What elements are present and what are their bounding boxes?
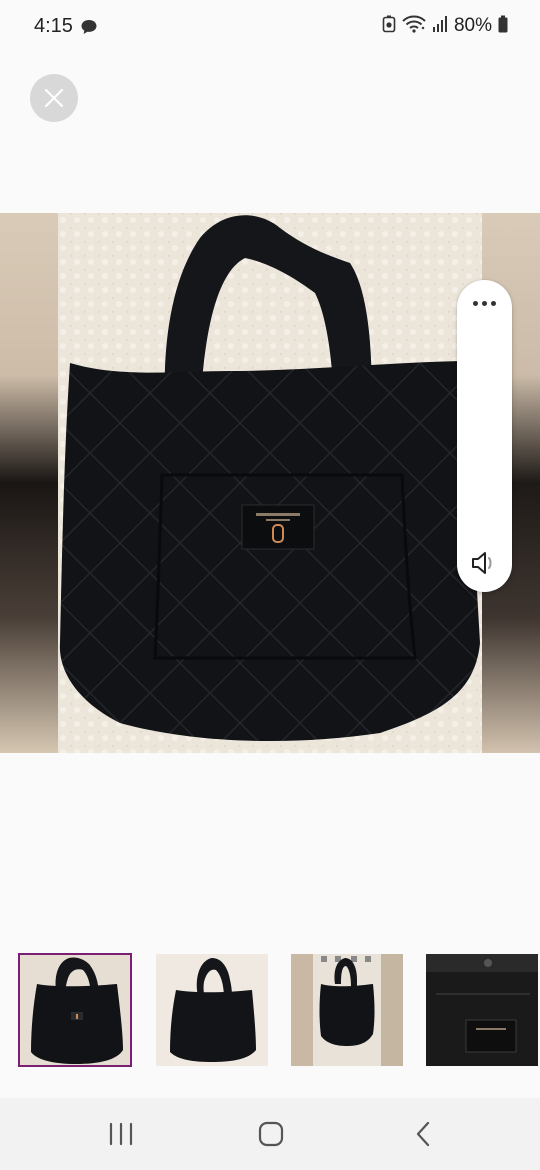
- volume-panel[interactable]: [457, 280, 512, 592]
- recent-apps-icon: [109, 1122, 133, 1146]
- chat-bubble-icon: [80, 18, 98, 36]
- thumbnail-3[interactable]: [291, 954, 403, 1066]
- more-options-button[interactable]: [467, 290, 502, 316]
- status-bar: 4:15 80%: [0, 0, 540, 54]
- image-viewer-screen: 4:15 80%: [0, 0, 540, 1170]
- recent-apps-button[interactable]: [91, 1116, 151, 1152]
- status-icons: 80%: [382, 14, 508, 38]
- back-icon: [416, 1121, 430, 1147]
- navigation-bar: [0, 1098, 540, 1170]
- wifi-icon: [402, 15, 426, 38]
- thumbnail-4[interactable]: [426, 954, 538, 1066]
- close-button[interactable]: [30, 74, 78, 122]
- thumbnail-1[interactable]: [18, 953, 132, 1067]
- signal-icon: [432, 15, 448, 38]
- home-icon: [258, 1121, 284, 1147]
- volume-slider[interactable]: [483, 340, 486, 530]
- thumbnail-2[interactable]: [156, 954, 268, 1066]
- speaker-button[interactable]: [467, 548, 503, 578]
- battery-saver-icon: [382, 15, 396, 38]
- more-options-icon: [473, 300, 478, 306]
- thumbnail-strip: [0, 952, 540, 1068]
- back-button[interactable]: [393, 1116, 453, 1152]
- battery-icon: [498, 15, 508, 38]
- speaker-icon: [472, 552, 492, 574]
- status-time: 4:15: [34, 15, 73, 37]
- close-icon: [44, 88, 64, 108]
- home-button[interactable]: [241, 1116, 301, 1152]
- battery-percentage: 80%: [453, 15, 492, 36]
